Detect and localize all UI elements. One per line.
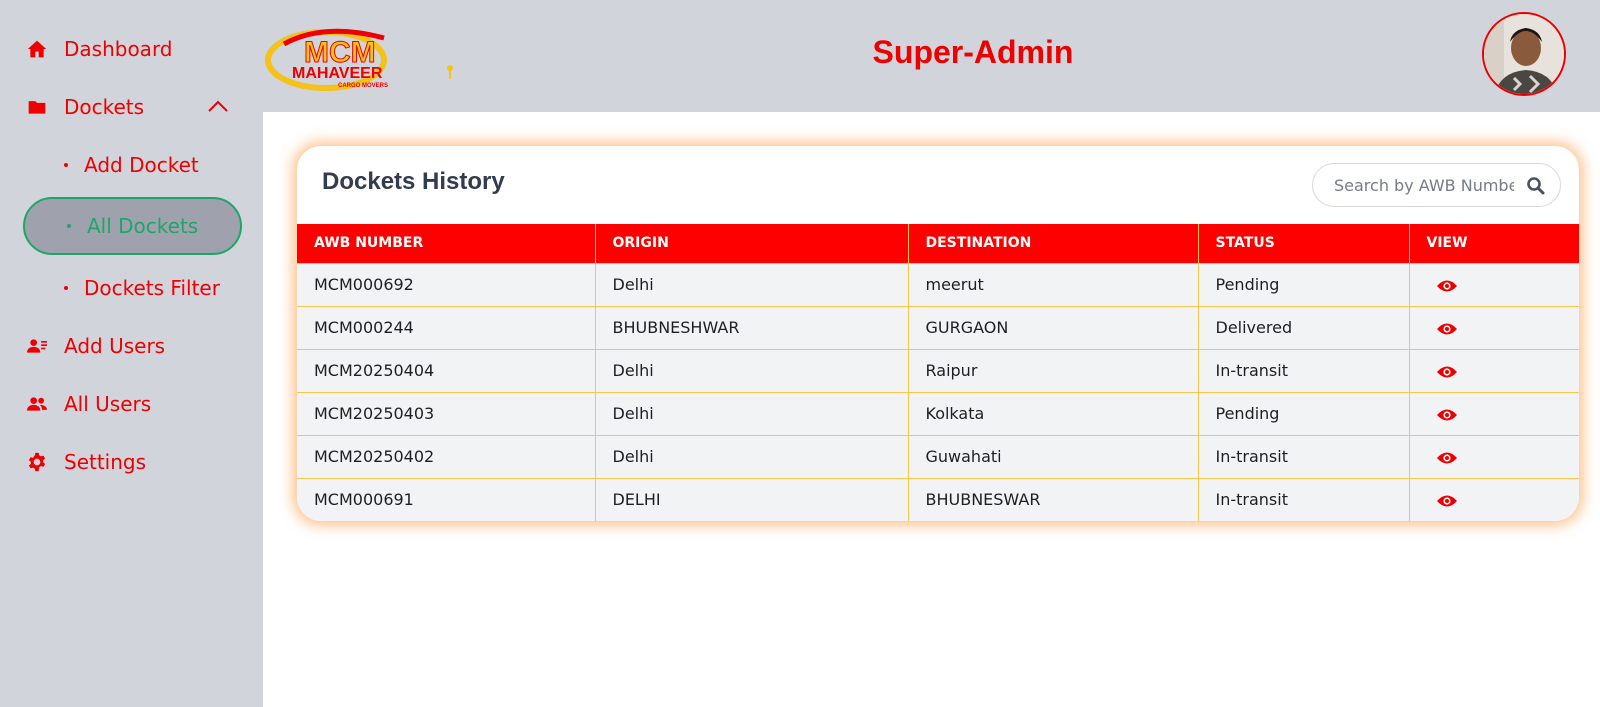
status-cell: In-transit [1198, 478, 1410, 521]
eye-icon[interactable] [1436, 493, 1458, 509]
svg-text:MAHAVEER: MAHAVEER [292, 65, 383, 82]
folder-icon [26, 96, 48, 118]
sidebar-item-label: All Users [64, 392, 152, 416]
column-header-destination[interactable]: DESTINATION [908, 224, 1199, 264]
company-logo[interactable]: MCM MAHAVEER CARGO MOVERS [264, 24, 464, 94]
card-title: Dockets History [322, 168, 505, 195]
column-header-view: VIEW [1409, 224, 1579, 264]
eye-icon[interactable] [1436, 278, 1458, 294]
column-header-awb[interactable]: AWB NUMBER [297, 224, 596, 264]
origin-cell: Delhi [595, 392, 909, 436]
awb-cell: MCM20250402 [297, 435, 596, 479]
sidebar-item-label: Add Users [64, 334, 166, 358]
view-cell [1409, 263, 1579, 307]
sidebar-item-label: Dockets [64, 95, 145, 119]
table-row: MCM000691 DELHI BHUBNESWAR In-transit [297, 478, 1579, 521]
destination-cell: BHUBNESWAR [908, 478, 1199, 521]
view-cell [1409, 306, 1579, 350]
origin-cell: Delhi [595, 349, 909, 393]
users-icon [26, 393, 48, 415]
svg-text:CARGO MOVERS: CARGO MOVERS [338, 83, 388, 89]
table-row: MCM20250403 Delhi Kolkata Pending [297, 392, 1579, 436]
search-input[interactable] [1334, 175, 1514, 195]
sidebar-item-settings[interactable]: Settings [26, 450, 146, 474]
origin-cell: Delhi [595, 435, 909, 479]
sidebar: Dashboard Dockets Add Docket All Dockets… [0, 0, 263, 707]
status-cell: In-transit [1198, 349, 1410, 393]
table-row: MCM20250402 Delhi Guwahati In-transit [297, 435, 1579, 479]
sidebar-subitem-all-dockets[interactable]: All Dockets [23, 197, 242, 255]
eye-icon[interactable] [1436, 364, 1458, 380]
bullet-icon [64, 286, 68, 290]
view-cell [1409, 478, 1579, 521]
sidebar-subitem-add-docket[interactable]: Add Docket [64, 153, 199, 177]
home-icon [26, 38, 48, 60]
dockets-table: AWB NUMBER ORIGIN DESTINATION STATUS VIE… [297, 224, 1579, 521]
awb-cell: MCM20250404 [297, 349, 596, 393]
destination-cell: Raipur [908, 349, 1199, 393]
eye-icon[interactable] [1436, 407, 1458, 423]
avatar[interactable] [1482, 12, 1566, 96]
origin-cell: DELHI [595, 478, 909, 521]
status-cell: Pending [1198, 392, 1410, 436]
chevron-up-icon[interactable] [207, 98, 229, 114]
sidebar-item-label: Settings [64, 450, 147, 474]
destination-cell: GURGAON [908, 306, 1199, 350]
sidebar-subitem-label: Add Docket [84, 153, 199, 177]
search-icon[interactable] [1526, 176, 1546, 196]
user-list-icon [26, 335, 48, 357]
column-header-origin[interactable]: ORIGIN [595, 224, 909, 264]
sidebar-item-all-users[interactable]: All Users [26, 392, 151, 416]
sidebar-item-dockets[interactable]: Dockets [26, 95, 144, 119]
sidebar-subitem-dockets-filter[interactable]: Dockets Filter [64, 276, 220, 300]
destination-cell: meerut [908, 263, 1199, 307]
view-cell [1409, 349, 1579, 393]
awb-cell: MCM000244 [297, 306, 596, 350]
status-cell: Pending [1198, 263, 1410, 307]
sidebar-item-add-users[interactable]: Add Users [26, 334, 165, 358]
column-header-status[interactable]: STATUS [1198, 224, 1410, 264]
destination-cell: Guwahati [908, 435, 1199, 479]
bullet-icon [67, 224, 71, 228]
sidebar-subitem-label: All Dockets [87, 214, 199, 238]
view-cell [1409, 392, 1579, 436]
eye-icon[interactable] [1436, 450, 1458, 466]
sidebar-item-label: Dashboard [64, 37, 173, 61]
sidebar-subitem-label: Dockets Filter [84, 276, 220, 300]
sidebar-item-dashboard[interactable]: Dashboard [26, 37, 173, 61]
gear-icon [26, 451, 48, 473]
origin-cell: Delhi [595, 263, 909, 307]
view-cell [1409, 435, 1579, 479]
eye-icon[interactable] [1436, 321, 1458, 337]
table-header-row: AWB NUMBER ORIGIN DESTINATION STATUS VIE… [297, 224, 1579, 264]
origin-cell: BHUBNESHWAR [595, 306, 909, 350]
table-row: MCM20250404 Delhi Raipur In-transit [297, 349, 1579, 393]
destination-cell: Kolkata [908, 392, 1199, 436]
awb-cell: MCM000692 [297, 263, 596, 307]
status-cell: Delivered [1198, 306, 1410, 350]
dockets-history-card: Dockets History AWB NUMBER ORIGIN DESTIN… [297, 146, 1579, 521]
awb-cell: MCM000691 [297, 478, 596, 521]
search-box[interactable] [1312, 163, 1561, 207]
table-row: MCM000244 BHUBNESHWAR GURGAON Delivered [297, 306, 1579, 350]
bullet-icon [64, 163, 68, 167]
status-cell: In-transit [1198, 435, 1410, 479]
awb-cell: MCM20250403 [297, 392, 596, 436]
table-row: MCM000692 Delhi meerut Pending [297, 263, 1579, 307]
